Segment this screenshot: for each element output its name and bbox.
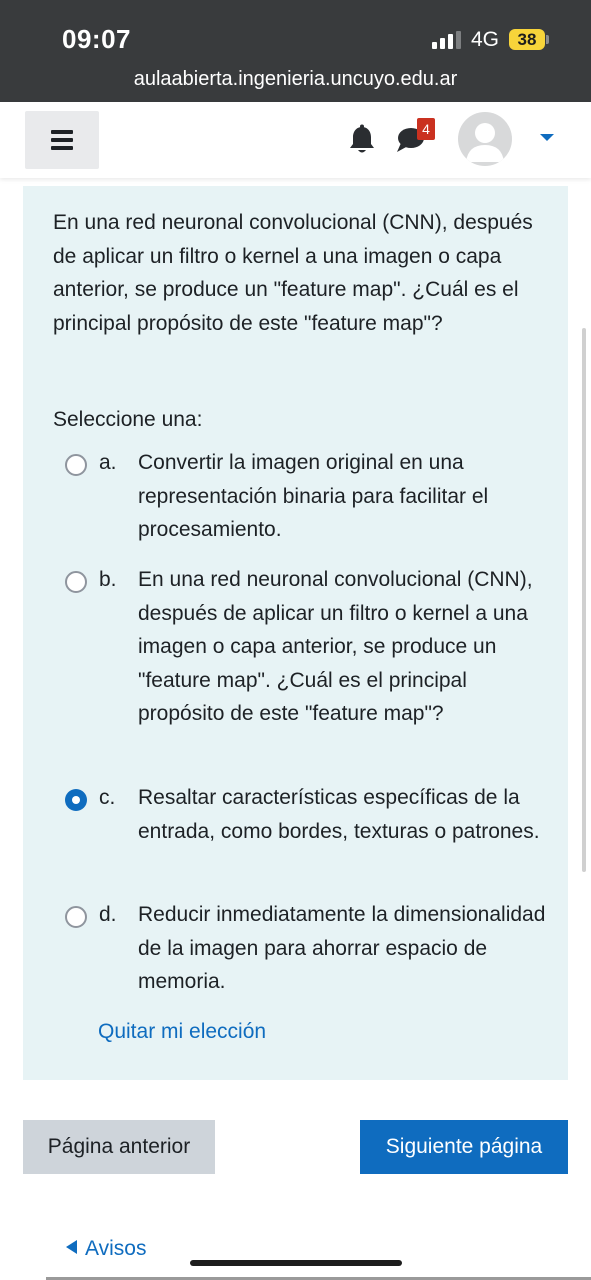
network-type: 4G <box>471 28 500 51</box>
navbar: 4 <box>0 102 591 178</box>
battery-icon: 38 <box>509 29 545 50</box>
option-text[interactable]: Reducir inmediatamente la dimensionalida… <box>138 898 548 999</box>
chevron-down-icon[interactable] <box>540 134 554 141</box>
bell-icon[interactable] <box>348 124 376 156</box>
option-letter: c. <box>99 786 116 809</box>
option-text[interactable]: Resaltar características específicas de … <box>138 781 548 848</box>
home-indicator[interactable] <box>190 1260 402 1266</box>
next-page-button[interactable]: Siguiente página <box>360 1120 568 1174</box>
radio-option-d[interactable] <box>65 906 87 928</box>
signal-icon <box>432 31 462 49</box>
battery-nub <box>546 35 549 44</box>
radio-option-b[interactable] <box>65 571 87 593</box>
avisos-label[interactable]: Avisos <box>85 1237 146 1260</box>
scrollbar[interactable] <box>582 328 586 872</box>
messages-badge: 4 <box>417 118 435 140</box>
radio-option-a[interactable] <box>65 454 87 476</box>
status-bar: 09:07 4G 38 aulaabierta.ingenieria.uncuy… <box>0 0 591 102</box>
option-letter: d. <box>99 903 117 926</box>
status-time: 09:07 <box>62 24 131 54</box>
previous-page-button[interactable]: Página anterior <box>23 1120 215 1174</box>
option-text[interactable]: En una red neuronal convolucional (CNN),… <box>138 563 548 731</box>
url-bar[interactable]: aulaabierta.ingenieria.uncuyo.edu.ar <box>0 68 591 91</box>
menu-icon[interactable] <box>25 111 99 169</box>
avisos-link[interactable]: Avisos <box>66 1237 146 1261</box>
radio-option-c[interactable] <box>65 789 87 811</box>
clear-choice-link[interactable]: Quitar mi elección <box>98 1020 266 1044</box>
question-panel: En una red neuronal convolucional (CNN),… <box>23 186 568 1080</box>
option-letter: b. <box>99 568 117 591</box>
avatar[interactable] <box>458 112 512 166</box>
question-text: En una red neuronal convolucional (CNN),… <box>53 211 533 335</box>
option-letter: a. <box>99 451 117 474</box>
triangle-left-icon <box>66 1240 77 1254</box>
option-text[interactable]: Convertir la imagen original en una repr… <box>138 446 548 547</box>
answer-prompt: Seleccione una: <box>53 408 203 431</box>
